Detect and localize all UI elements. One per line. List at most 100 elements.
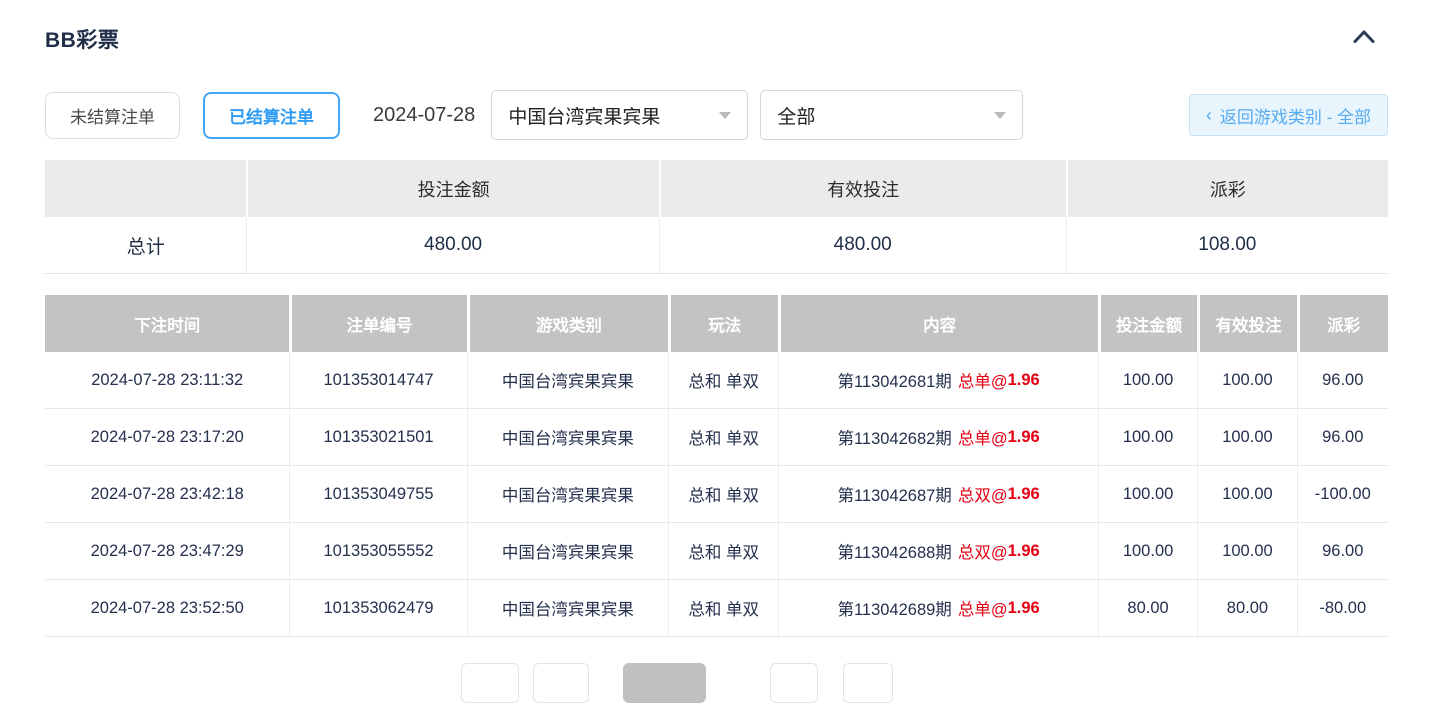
bet-time: 2024-07-28 23:47:29 (45, 523, 289, 579)
summary-table-header: 投注金额 有效投注 派彩 (45, 160, 1388, 217)
col-valid-bet: 有效投注 (1197, 295, 1296, 352)
payout: -100.00 (1297, 466, 1388, 522)
bet-pick: 总单@ (958, 425, 1008, 449)
valid-bet: 100.00 (1197, 523, 1296, 579)
bet-amount: 100.00 (1098, 409, 1197, 465)
bet-content: 第113042681期 总单@ 1.96 (778, 352, 1098, 408)
col-game-category: 游戏类别 (467, 295, 668, 352)
back-button-label: 返回游戏类别 - 全部 (1220, 103, 1371, 128)
play-type-select[interactable]: 全部 (760, 90, 1023, 140)
tab-unsettled-bets[interactable]: 未结算注单 (45, 92, 180, 139)
order-number: 101353062479 (289, 580, 466, 636)
valid-bet: 100.00 (1197, 352, 1296, 408)
col-bet-amount: 投注金额 (1098, 295, 1197, 352)
detail-table-header: 下注时间 注单编号 游戏类别 玩法 内容 投注金额 有效投注 派彩 (45, 295, 1388, 352)
bet-amount: 100.00 (1098, 352, 1197, 408)
play-type: 总和 单双 (668, 523, 778, 579)
bet-pick: 总双@ (958, 539, 1008, 563)
col-payout: 派彩 (1297, 295, 1388, 352)
bet-odds: 1.96 (1008, 542, 1040, 561)
play-type: 总和 单双 (668, 466, 778, 522)
bet-pick: 总单@ (958, 368, 1008, 392)
issue-number: 第113042688期 (837, 539, 951, 563)
table-row: 2024-07-28 23:47:29 101353055552 中国台湾宾果宾… (45, 523, 1388, 580)
caret-down-icon (719, 112, 731, 119)
issue-number: 第113042682期 (837, 425, 951, 449)
back-to-game-category-button[interactable]: ‹ 返回游戏类别 - 全部 (1189, 94, 1388, 136)
payout: 96.00 (1297, 523, 1388, 579)
col-play-type: 玩法 (668, 295, 778, 352)
pagination-button-4[interactable] (843, 663, 893, 703)
game-category: 中国台湾宾果宾果 (467, 580, 668, 636)
summary-valid-bet: 480.00 (659, 217, 1066, 273)
bet-time: 2024-07-28 23:11:32 (45, 352, 289, 408)
play-type: 总和 单双 (668, 409, 778, 465)
summary-payout: 108.00 (1066, 217, 1388, 273)
chevron-left-icon: ‹ (1206, 105, 1212, 126)
summary-header-bet-amount: 投注金额 (246, 160, 658, 217)
game-category: 中国台湾宾果宾果 (467, 466, 668, 522)
tab-settled-bets[interactable]: 已结算注单 (203, 92, 340, 139)
pagination-button-1[interactable] (461, 663, 519, 703)
payout: -80.00 (1297, 580, 1388, 636)
bet-time: 2024-07-28 23:17:20 (45, 409, 289, 465)
col-content: 内容 (778, 295, 1098, 352)
summary-header-empty (45, 160, 246, 217)
pagination-button-current[interactable] (623, 663, 706, 703)
table-row: 2024-07-28 23:11:32 101353014747 中国台湾宾果宾… (45, 352, 1388, 409)
game-category: 中国台湾宾果宾果 (467, 409, 668, 465)
play-type: 总和 单双 (668, 580, 778, 636)
filter-bar: 未结算注单 已结算注单 2024-07-28 中国台湾宾果宾果 全部 ‹ 返回游… (45, 90, 1388, 140)
bet-odds: 1.96 (1008, 599, 1040, 618)
col-order-number: 注单编号 (289, 295, 466, 352)
bet-odds: 1.96 (1008, 428, 1040, 447)
game-select[interactable]: 中国台湾宾果宾果 (491, 90, 748, 140)
table-row: 2024-07-28 23:42:18 101353049755 中国台湾宾果宾… (45, 466, 1388, 523)
pagination-button-2[interactable] (533, 663, 589, 703)
order-number: 101353014747 (289, 352, 466, 408)
date-label: 2024-07-28 (373, 104, 475, 127)
bet-content: 第113042687期 总双@ 1.96 (778, 466, 1098, 522)
page-header: BB彩票 (45, 24, 1388, 54)
bet-records-page: BB彩票 未结算注单 已结算注单 2024-07-28 中国台湾宾果宾果 全部 … (0, 0, 1455, 675)
summary-bet-amount: 480.00 (246, 217, 658, 273)
order-number: 101353055552 (289, 523, 466, 579)
valid-bet: 80.00 (1197, 580, 1296, 636)
pagination-button-3[interactable] (770, 663, 818, 703)
bet-content: 第113042689期 总单@ 1.96 (778, 580, 1098, 636)
order-number: 101353049755 (289, 466, 466, 522)
collapse-panel-button[interactable] (1352, 29, 1376, 49)
table-row: 2024-07-28 23:52:50 101353062479 中国台湾宾果宾… (45, 580, 1388, 637)
summary-header-valid-bet: 有效投注 (659, 160, 1066, 217)
valid-bet: 100.00 (1197, 409, 1296, 465)
order-number: 101353021501 (289, 409, 466, 465)
issue-number: 第113042689期 (837, 596, 951, 620)
payout: 96.00 (1297, 352, 1388, 408)
bet-pick: 总单@ (958, 596, 1008, 620)
summary-total-label: 总计 (45, 217, 246, 273)
play-type-select-value: 全部 (777, 102, 815, 129)
page-title: BB彩票 (45, 24, 119, 54)
issue-number: 第113042681期 (837, 368, 951, 392)
valid-bet: 100.00 (1197, 466, 1296, 522)
game-category: 中国台湾宾果宾果 (467, 523, 668, 579)
bet-pick: 总双@ (958, 482, 1008, 506)
issue-number: 第113042687期 (837, 482, 951, 506)
game-select-value: 中国台湾宾果宾果 (508, 102, 660, 129)
play-type: 总和 单双 (668, 352, 778, 408)
bet-time: 2024-07-28 23:42:18 (45, 466, 289, 522)
summary-header-payout: 派彩 (1066, 160, 1388, 217)
game-category: 中国台湾宾果宾果 (467, 352, 668, 408)
col-bet-time: 下注时间 (45, 295, 289, 352)
bet-content: 第113042688期 总双@ 1.96 (778, 523, 1098, 579)
bet-time: 2024-07-28 23:52:50 (45, 580, 289, 636)
chevron-up-icon (1352, 29, 1376, 49)
table-row: 2024-07-28 23:17:20 101353021501 中国台湾宾果宾… (45, 409, 1388, 466)
summary-table: 投注金额 有效投注 派彩 总计 480.00 480.00 108.00 (45, 160, 1388, 274)
bet-odds: 1.96 (1008, 371, 1040, 390)
bet-detail-table: 下注时间 注单编号 游戏类别 玩法 内容 投注金额 有效投注 派彩 2024-0… (45, 295, 1388, 637)
bet-odds: 1.96 (1008, 485, 1040, 504)
bet-amount: 100.00 (1098, 523, 1197, 579)
bet-content: 第113042682期 总单@ 1.96 (778, 409, 1098, 465)
summary-total-row: 总计 480.00 480.00 108.00 (45, 217, 1388, 274)
